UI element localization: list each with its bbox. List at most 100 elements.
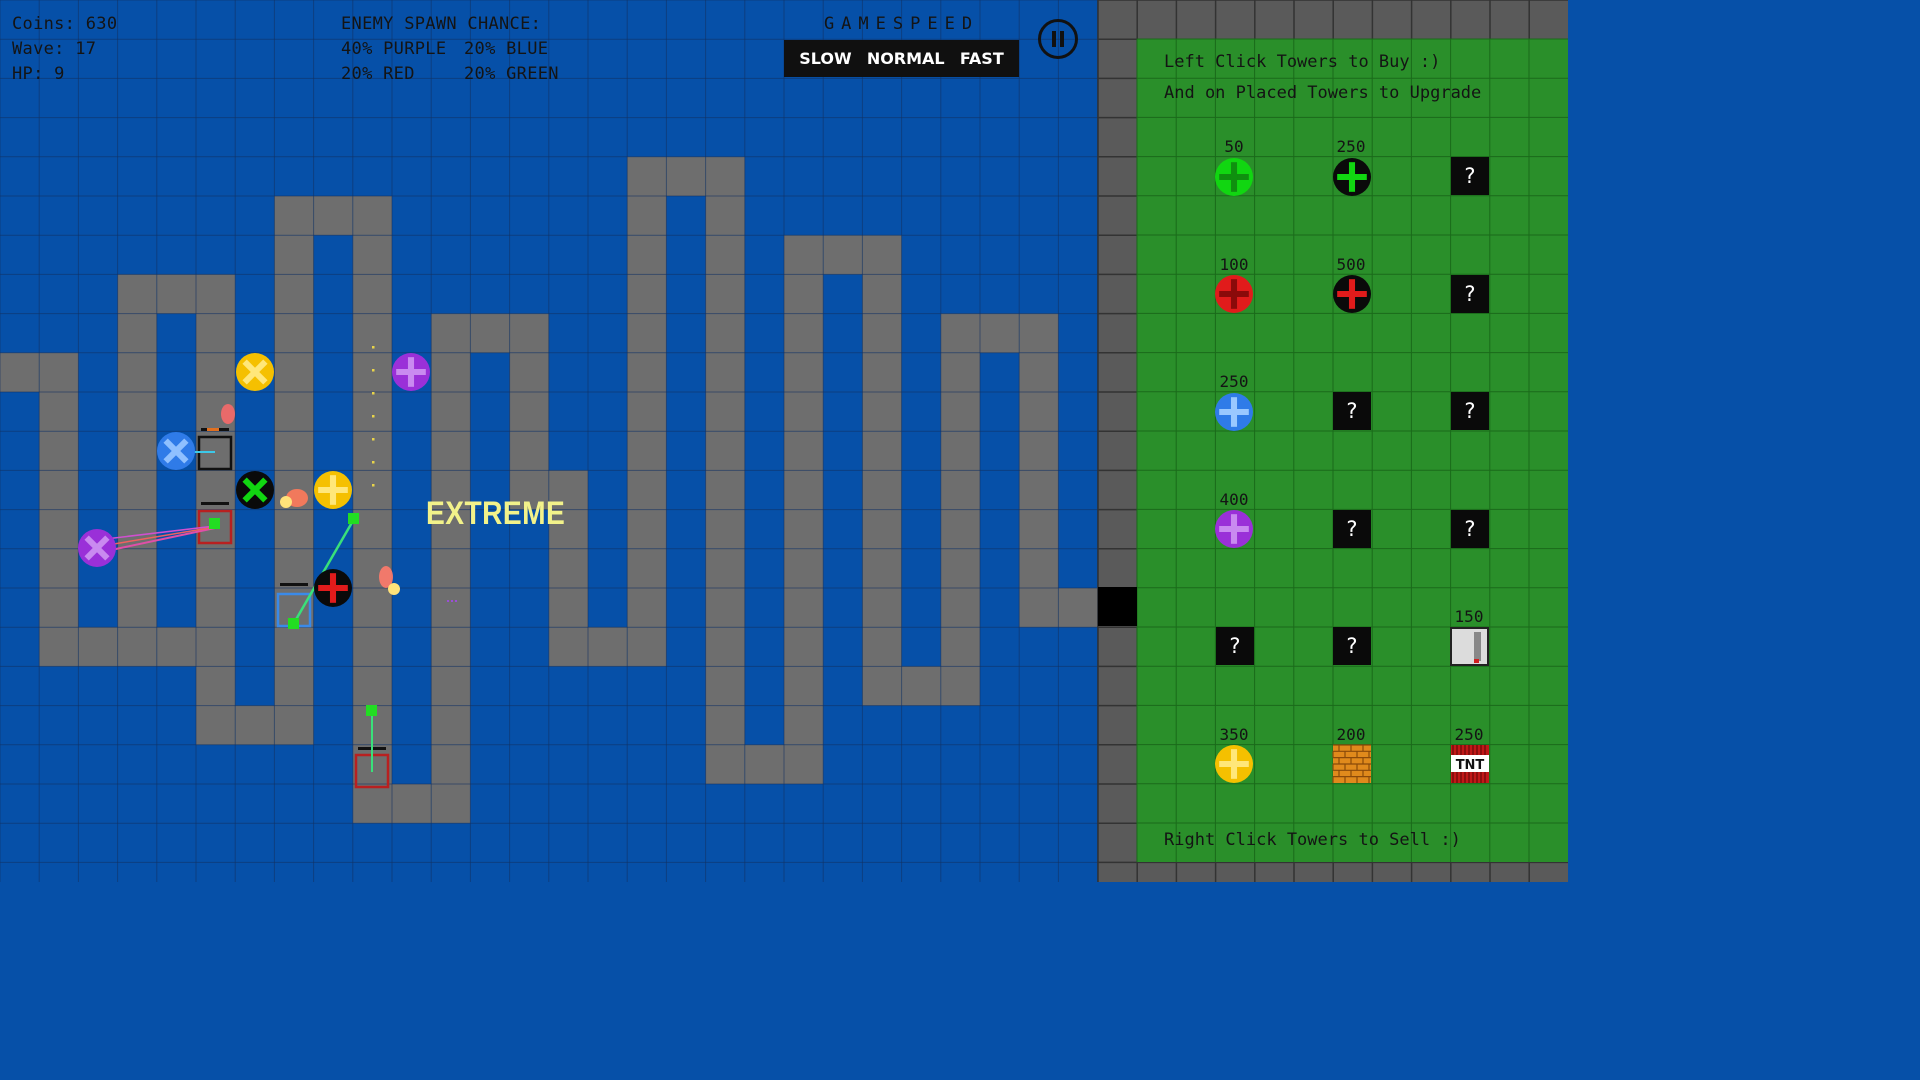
path-tile — [823, 235, 863, 275]
path-tile — [627, 470, 667, 510]
shop-green-tower-icon[interactable] — [1215, 158, 1253, 196]
path-tile — [274, 313, 314, 353]
shop-blue-tower-icon[interactable] — [1215, 393, 1253, 431]
path-tile — [1019, 352, 1059, 392]
path-exit — [1098, 587, 1137, 626]
projectile-head — [366, 705, 377, 716]
path-tile — [784, 235, 824, 275]
path-tile — [705, 352, 745, 392]
locked-slot[interactable]: ? — [1333, 510, 1371, 548]
path-tile — [548, 548, 588, 588]
projectile-head — [209, 518, 220, 529]
price-blue-tower: 250 — [1219, 372, 1249, 391]
path-tile — [784, 470, 824, 510]
shop-instructions-buy: Left Click Towers to Buy :) — [1164, 52, 1441, 72]
path-tile — [627, 548, 667, 588]
path-tile — [274, 705, 314, 745]
enemy-black-green[interactable] — [236, 471, 274, 509]
locked-slot[interactable]: ? — [1451, 275, 1489, 313]
path-tile — [509, 392, 549, 432]
path-tile — [705, 431, 745, 471]
pause-button[interactable] — [1038, 19, 1078, 59]
speed-fast-button[interactable]: FAST — [960, 49, 1004, 68]
shop-green-tower-upgrade-icon[interactable] — [1333, 158, 1371, 196]
path-tile — [705, 274, 745, 314]
path-tile — [1019, 548, 1059, 588]
enemy-yellow[interactable] — [314, 471, 352, 509]
path-tile — [627, 627, 667, 667]
shop-red-tower-icon[interactable] — [1215, 275, 1253, 313]
path-tile — [39, 392, 79, 432]
path-tile — [117, 313, 157, 353]
path-tile — [196, 666, 236, 706]
path-tile — [588, 627, 628, 667]
path-tile — [627, 588, 667, 628]
path-tile — [784, 274, 824, 314]
spawn-red: 20% RED — [341, 64, 415, 84]
shop-purple-tower-icon[interactable] — [1215, 510, 1253, 548]
enemy-blue[interactable] — [157, 432, 195, 470]
locked-slot[interactable]: ? — [1451, 157, 1489, 195]
wave-counter: Wave: 17 — [12, 39, 97, 59]
path-tile — [705, 744, 745, 784]
game-board[interactable]: TNT — [0, 0, 1568, 882]
path-tile — [862, 588, 902, 628]
path-tile — [784, 509, 824, 549]
locked-slot[interactable]: ? — [1333, 392, 1371, 430]
price-purple-tower: 400 — [1219, 490, 1249, 509]
path-tile — [196, 548, 236, 588]
path-tile — [627, 352, 667, 392]
path-tile — [705, 156, 745, 196]
enemy-yellow[interactable] — [236, 353, 274, 391]
path-tile — [705, 509, 745, 549]
shop-red-tower-upgrade-icon[interactable] — [1333, 275, 1371, 313]
path-tile — [1019, 509, 1059, 549]
path-tile — [431, 627, 471, 667]
path-tile — [313, 196, 353, 236]
pause-icon — [1052, 31, 1056, 47]
path-tile — [980, 313, 1020, 353]
locked-slot[interactable]: ? — [1333, 627, 1371, 665]
shop-tnt-icon[interactable]: TNT — [1451, 745, 1489, 783]
path-tile — [627, 156, 667, 196]
path-tile — [705, 666, 745, 706]
path-tile — [627, 392, 667, 432]
hp-counter: HP: 9 — [12, 64, 65, 84]
path-tile — [705, 548, 745, 588]
path-tile — [940, 313, 980, 353]
spawn-blue: 20% BLUE — [464, 39, 549, 59]
path-tile — [744, 744, 784, 784]
shop-instructions-sell: Right Click Towers to Sell :) — [1164, 830, 1461, 850]
small-particles — [447, 600, 457, 602]
path-tile — [78, 627, 118, 667]
path-tile — [784, 588, 824, 628]
path-tile — [196, 313, 236, 353]
path-tile — [274, 548, 314, 588]
path-tile — [1019, 392, 1059, 432]
path-tile — [627, 509, 667, 549]
enemy-black-red[interactable] — [314, 569, 352, 607]
locked-slot[interactable]: ? — [1451, 392, 1489, 430]
path-tile — [784, 627, 824, 667]
shop-brick-icon[interactable] — [1332, 744, 1371, 783]
speed-slow-button[interactable]: SLOW — [799, 49, 851, 68]
locked-slot[interactable]: ? — [1451, 510, 1489, 548]
enemy-purple[interactable] — [392, 353, 430, 391]
path-tile — [196, 705, 236, 745]
path-tile — [705, 313, 745, 353]
shop-yellow-tower-icon[interactable] — [1215, 745, 1253, 783]
path-tile — [784, 548, 824, 588]
path-tile — [196, 352, 236, 392]
path-tile — [431, 352, 471, 392]
path-tile — [117, 274, 157, 314]
path-tile — [235, 705, 275, 745]
svg-text:TNT: TNT — [1456, 758, 1485, 773]
enemy-purple[interactable] — [78, 529, 116, 567]
path-tile — [274, 196, 314, 236]
locked-slot[interactable]: ? — [1216, 627, 1254, 665]
path-tile — [940, 431, 980, 471]
speed-normal-button[interactable]: NORMAL — [867, 49, 945, 68]
path-tile — [274, 274, 314, 314]
shop-wall-icon[interactable] — [1450, 627, 1489, 666]
path-tile — [39, 509, 79, 549]
